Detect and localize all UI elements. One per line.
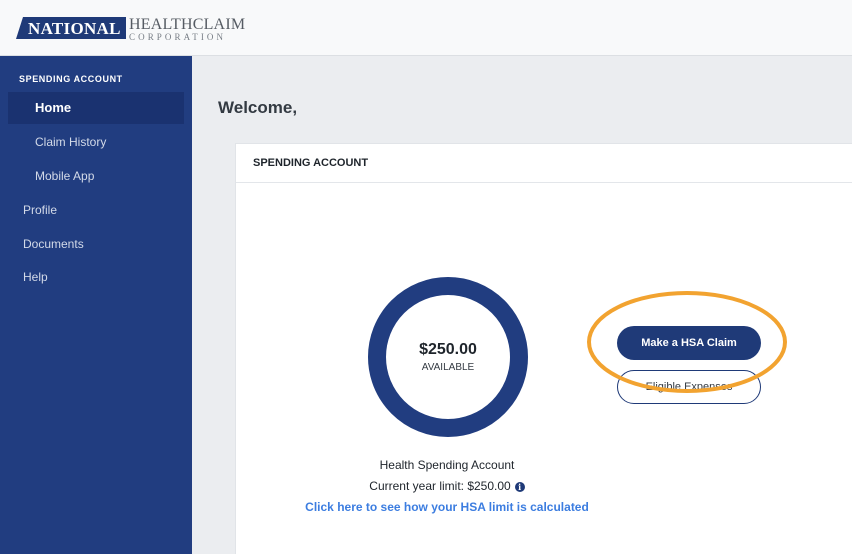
account-name: Health Spending Account — [379, 458, 515, 472]
sidebar-item-label: Claim History — [35, 135, 107, 149]
available-amount: $250.00 — [419, 341, 477, 358]
sidebar-item-label: Documents — [23, 237, 84, 251]
sidebar-item-label: Help — [23, 270, 48, 284]
sidebar-item-claim-history[interactable]: Claim History — [8, 126, 184, 158]
sidebar-item-help[interactable]: Help — [8, 261, 184, 293]
spending-account-card: SPENDING ACCOUNT $250.00 AVAILABLE Healt… — [235, 143, 852, 554]
make-hsa-claim-button[interactable]: Make a HSA Claim — [617, 326, 761, 360]
limit-text: Current year limit: $250.00 — [369, 479, 511, 493]
sidebar-item-documents[interactable]: Documents — [8, 228, 184, 260]
page-title: Welcome, — [218, 98, 298, 117]
sidebar-item-profile[interactable]: Profile — [8, 194, 184, 226]
logo-badge-text: NATIONAL — [28, 19, 121, 38]
company-logo[interactable]: NATIONAL HEALTHCLAIM CORPORATION — [16, 17, 245, 42]
logo-top-text: HEALTHCLAIM — [129, 16, 246, 33]
card-title: SPENDING ACCOUNT — [236, 144, 852, 183]
logo-badge: NATIONAL — [16, 17, 126, 39]
sidebar-item-label: Profile — [23, 203, 58, 217]
sidebar-item-home[interactable]: Home — [8, 92, 184, 124]
info-circle-icon[interactable]: i — [514, 482, 525, 492]
sidebar-item-label: Home — [35, 100, 72, 115]
sidebar: SPENDING ACCOUNT Home Claim History Mobi… — [0, 56, 192, 554]
logo-wordmark: HEALTHCLAIM CORPORATION — [129, 16, 246, 43]
account-limit: Current year limit: $250.00 i — [236, 479, 658, 493]
sidebar-section-title: SPENDING ACCOUNT — [19, 74, 123, 84]
eligible-expenses-button[interactable]: Eligible Expenses — [617, 370, 761, 404]
app-header: NATIONAL HEALTHCLAIM CORPORATION — [0, 0, 852, 56]
balance-ring-text: $250.00 AVAILABLE — [367, 276, 529, 438]
logo-bottom-text: CORPORATION — [129, 32, 227, 42]
sidebar-item-label: Mobile App — [35, 169, 95, 183]
balance-ring: $250.00 AVAILABLE — [367, 276, 529, 438]
sidebar-item-mobile-app[interactable]: Mobile App — [8, 160, 184, 192]
hsa-limit-link[interactable]: Click here to see how your HSA limit is … — [236, 500, 658, 514]
available-label: AVAILABLE — [421, 362, 475, 373]
